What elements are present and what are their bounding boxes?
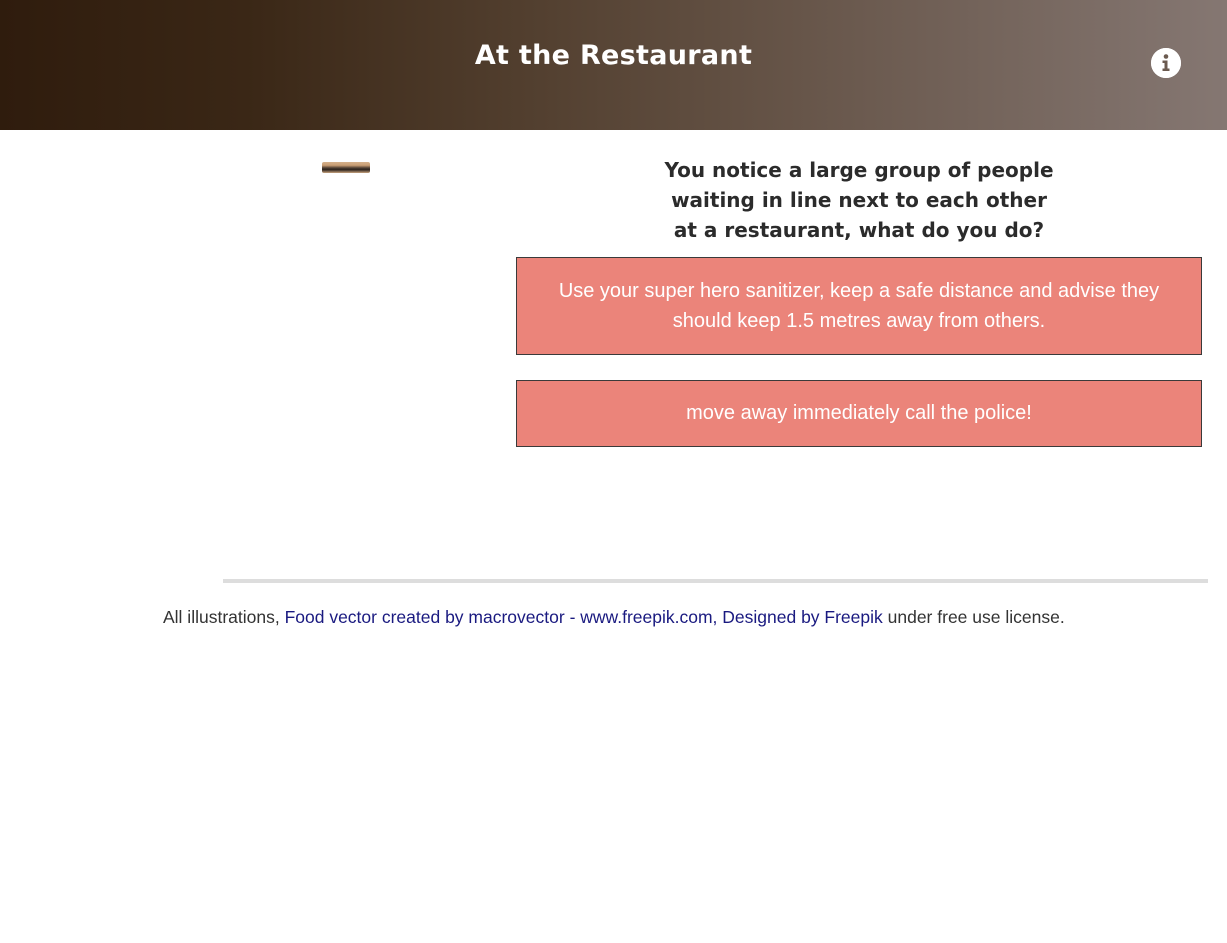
designed-by-freepik-link[interactable]: Designed by Freepik (722, 607, 883, 627)
answer-option-call-police[interactable]: move away immediately call the police! (516, 380, 1202, 447)
scene-illustration (322, 162, 370, 173)
info-icon (1151, 48, 1181, 78)
page-header: At the Restaurant (0, 0, 1227, 130)
food-vector-link[interactable]: Food vector created by macrovector (285, 607, 565, 627)
answer-option-sanitizer[interactable]: Use your super hero sanitizer, keep a sa… (516, 257, 1202, 355)
credits-dash: - (564, 607, 581, 627)
question-line: at a restaurant, what do you do? (673, 218, 1045, 242)
credits-suffix: under free use license. (882, 607, 1065, 627)
question-line: waiting in line next to each other (671, 188, 1047, 212)
footer-divider (223, 579, 1208, 583)
answer-line: should keep 1.5 metres away from others. (672, 310, 1046, 332)
question-text: You notice a large group of people waiti… (640, 155, 1078, 245)
freepik-site-link[interactable]: www.freepik.com (580, 607, 712, 627)
credits-comma: , (712, 607, 723, 627)
credits-prefix: All illustrations, (163, 607, 285, 627)
page-title: At the Restaurant (474, 40, 753, 71)
answer-line: Use your super hero sanitizer, keep a sa… (558, 280, 1160, 302)
credits-footer: All illustrations, Food vector created b… (163, 605, 1213, 629)
info-button[interactable] (1151, 48, 1181, 78)
question-line: You notice a large group of people (664, 158, 1054, 182)
answer-line: move away immediately call the police! (686, 402, 1032, 424)
